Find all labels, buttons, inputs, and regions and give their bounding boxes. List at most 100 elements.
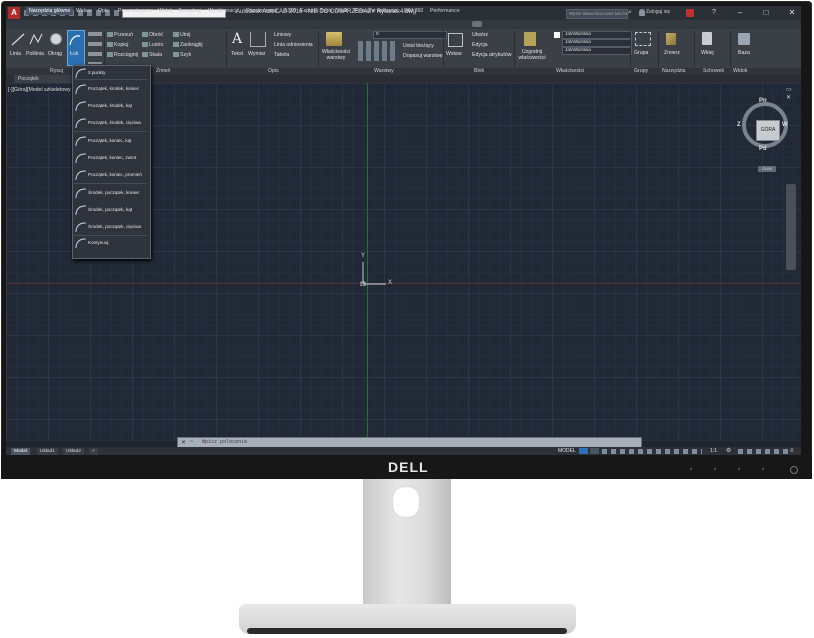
help-icon[interactable]: ? (712, 8, 721, 17)
line-icon[interactable] (11, 32, 25, 46)
move-button[interactable]: Przesuń (114, 32, 133, 38)
lineweight-dropdown[interactable]: JakWarstwa (562, 47, 632, 55)
tab-manage[interactable]: Zarządzaj (178, 7, 201, 15)
status-right-icons[interactable] (738, 449, 788, 454)
group-button[interactable]: Grupa (634, 50, 648, 56)
autocad-logo-icon[interactable]: A (8, 7, 20, 19)
rotate-button[interactable]: Obróć (149, 32, 163, 38)
layer-properties-icon[interactable] (326, 32, 342, 46)
tab-vault[interactable]: Vault (336, 7, 347, 15)
snap-icon[interactable] (590, 448, 599, 454)
tab-addins[interactable]: Rozszerzenia (246, 7, 277, 15)
color-dropdown[interactable]: JakWarstwa (562, 31, 632, 39)
polyline-icon[interactable] (29, 32, 43, 46)
viewport-controls[interactable]: [-][Góra][Model szkieletowy 2D] (8, 87, 80, 93)
panel-modify-label[interactable]: Zmień (156, 68, 170, 75)
viewcube-top-face[interactable]: GÓRA (756, 120, 780, 141)
user-icon[interactable] (639, 9, 645, 16)
group-icon[interactable] (635, 32, 651, 46)
match-layer-button[interactable]: Dopasuj warstwę (403, 53, 443, 59)
panel-clipboard-label[interactable]: Schowek (703, 68, 724, 75)
arc-option-start-center-angle[interactable]: Początek, środek, kąt (72, 97, 149, 114)
viewcube-south[interactable]: Pd (759, 146, 767, 152)
array-button[interactable]: Szyk (180, 52, 191, 58)
annotation-scale[interactable]: 1:1 (710, 448, 717, 454)
match-properties-icon[interactable] (524, 32, 536, 46)
mirror-button[interactable]: Lustro (149, 42, 163, 48)
panel-layers-label[interactable]: Warstwy (374, 68, 394, 75)
make-current-button[interactable]: Ustal bieżący (403, 43, 434, 49)
dimension-icon[interactable] (250, 32, 266, 47)
fillet-button[interactable]: Zaokrąglij (180, 42, 203, 48)
insert-block-button[interactable]: Wstaw (446, 51, 462, 57)
arc-option-center-start-end[interactable]: Środek, początek, koniec (72, 184, 149, 201)
tab-insert[interactable]: Wstaw (76, 7, 92, 15)
arc-option-center-start-length[interactable]: Środek, początek, cięciwa (72, 218, 149, 235)
line-button[interactable]: Linia (10, 51, 21, 57)
layout-tab-1[interactable]: Układ1 (37, 448, 58, 455)
model-space-button[interactable]: MODEL (558, 448, 576, 454)
command-input[interactable]: Wpisz polecenie (202, 439, 247, 445)
tab-annotate[interactable]: Opis (98, 7, 109, 15)
draw-small-tools[interactable] (88, 32, 102, 64)
arc-option-start-center-length[interactable]: Początek, środek, cięciwa (72, 114, 149, 131)
help-search-input[interactable]: Wpisz słowo kluczowe lub frazę (566, 9, 628, 19)
add-layout-button[interactable]: + (89, 448, 98, 455)
arc-option-center-start-angle[interactable]: Środek, początek, kąt (72, 201, 149, 218)
arc-option-start-end-direction[interactable]: Początek, koniec, zwrot (72, 149, 149, 166)
panel-groups-label[interactable]: Grupy (634, 68, 648, 75)
viewport-restore-icon[interactable]: ▭ ✕ (786, 86, 796, 101)
status-toggle-icons[interactable] (602, 449, 702, 454)
panel-properties-label[interactable]: Właściwości (556, 68, 584, 75)
panel-draw-label[interactable]: Rysuj (50, 68, 63, 75)
arc-option-start-center-end[interactable]: Początek, środek, koniec (72, 80, 149, 97)
measure-button[interactable]: Zmierz (664, 50, 680, 56)
tab-output[interactable]: Wyniki pracy (208, 7, 237, 15)
workspace-icon[interactable]: ⚙ (726, 448, 734, 454)
arc-option-start-end-angle[interactable]: Początek, koniec, kąt (72, 132, 149, 149)
base-view-button[interactable]: Baza (738, 50, 750, 56)
create-block-button[interactable]: Utwórz (472, 32, 488, 38)
base-view-icon[interactable] (738, 33, 750, 45)
search-icon[interactable]: ⌕ (628, 9, 636, 17)
leader-button[interactable]: Linia odniesienia (274, 42, 313, 48)
tab-bim360[interactable]: BIM 360 (404, 7, 423, 15)
arc-option-continue[interactable]: Kontynuuj (72, 236, 149, 249)
polyline-button[interactable]: Polilinia (26, 51, 44, 57)
scale-button[interactable]: Skala (149, 52, 162, 58)
panel-block-label[interactable]: Blok (474, 68, 484, 75)
dimension-button[interactable]: Wymiar (248, 51, 266, 57)
close-command-icon[interactable]: ✕ (181, 439, 186, 446)
maximize-button[interactable]: □ (758, 8, 774, 18)
circle-button[interactable]: Okrąg (48, 51, 62, 57)
tab-performance[interactable]: Performance (430, 7, 460, 15)
sign-in-button[interactable]: Zaloguj się (646, 9, 670, 15)
arc-option-start-end-radius[interactable]: Początek, koniec, promień (72, 166, 149, 183)
stretch-button[interactable]: Rozciągnij (114, 52, 138, 58)
circle-icon[interactable] (49, 32, 63, 46)
minimize-button[interactable]: – (732, 8, 748, 18)
tab-express-tools[interactable]: Express Tools (300, 7, 332, 15)
measure-icon[interactable] (666, 33, 676, 45)
tab-parametric[interactable]: Parametryczne (118, 7, 153, 15)
text-button[interactable]: Tekst (231, 51, 243, 57)
layer-properties-button[interactable]: Właściwości warstwy (318, 49, 354, 61)
tab-a360[interactable]: A360 (284, 7, 296, 15)
panel-utilities-label[interactable]: Narzędzia (662, 68, 685, 75)
edit-block-button[interactable]: Edycja (472, 42, 488, 48)
layout-tab-2[interactable]: Układ2 (63, 448, 84, 455)
viewcube-north[interactable]: Pn (759, 98, 767, 104)
wcs-menu[interactable]: GUW (758, 166, 776, 172)
close-button[interactable]: ✕ (784, 8, 800, 18)
file-tab-start[interactable]: Początek (14, 75, 74, 83)
edit-attributes-button[interactable]: Edycja atrybutów (472, 52, 512, 58)
paste-button[interactable]: Wklej (701, 50, 714, 56)
insert-block-icon[interactable] (448, 33, 463, 47)
tab-view[interactable]: Widok (158, 7, 172, 15)
table-button[interactable]: Tabela (274, 52, 289, 58)
layout-tab-model[interactable]: Model (11, 448, 31, 455)
wrench-icon[interactable]: 🔧 (189, 439, 196, 446)
grid-icon[interactable] (579, 448, 588, 454)
tab-home[interactable]: Narzędzia główne (26, 7, 74, 15)
layer-tool-icons[interactable] (358, 41, 398, 61)
